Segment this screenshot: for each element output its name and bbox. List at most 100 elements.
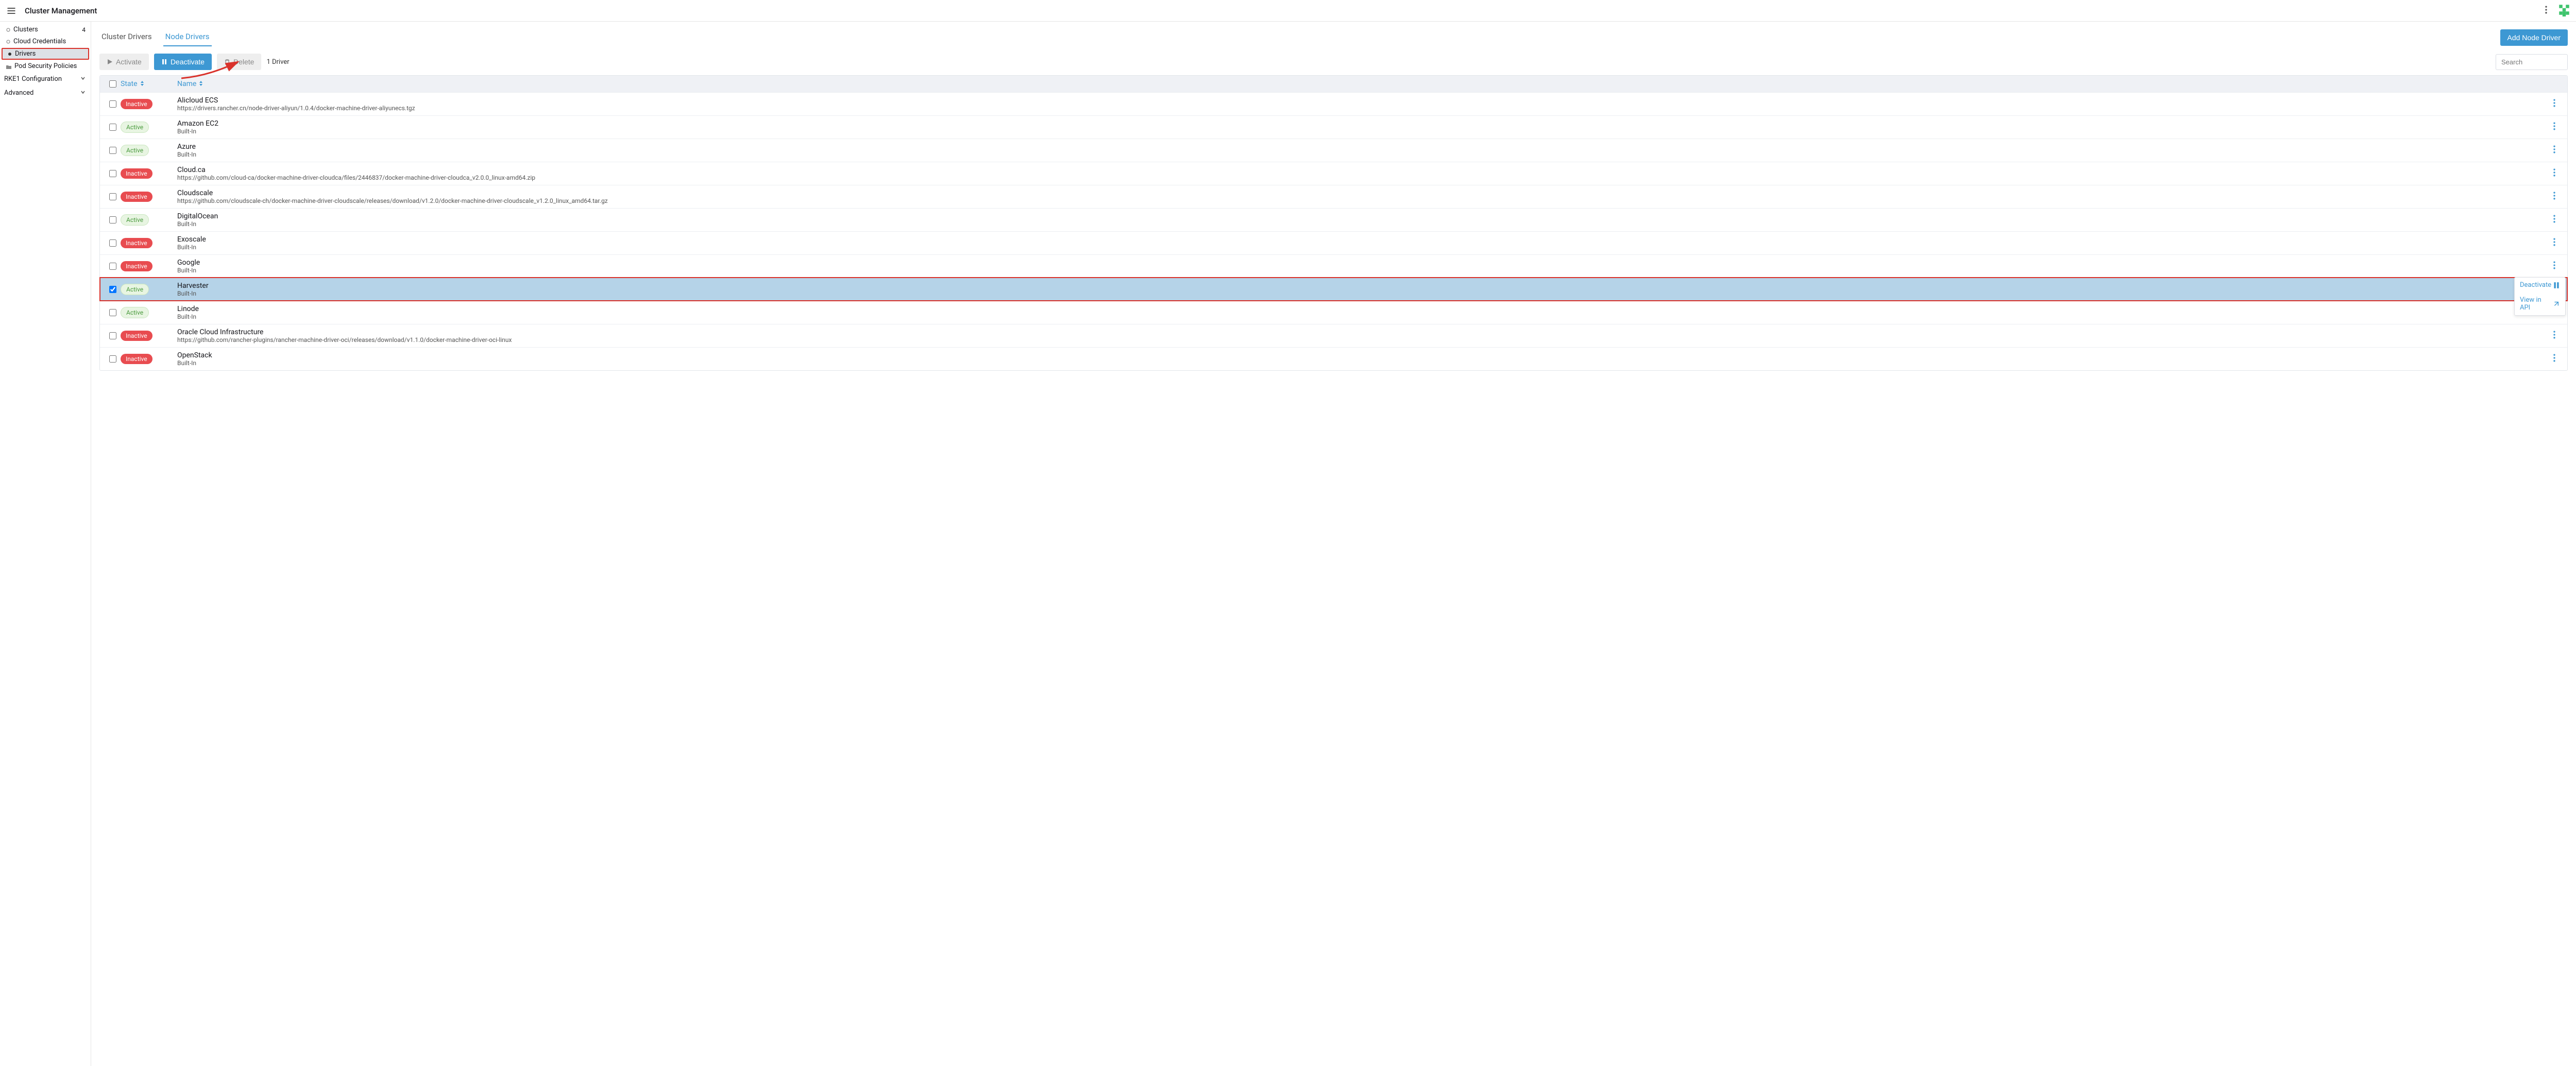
tab-node-drivers[interactable]: Node Drivers bbox=[163, 29, 212, 46]
driver-name: Oracle Cloud Infrastructure bbox=[177, 328, 2547, 336]
drivers-table: State Name Inactive Alicloud ECShttps://d… bbox=[99, 75, 2568, 371]
table-row[interactable]: Inactive GoogleBuilt-In bbox=[100, 254, 2567, 278]
state-badge: Active bbox=[121, 307, 149, 318]
column-header-state[interactable]: State bbox=[121, 80, 177, 88]
state-badge: Inactive bbox=[121, 192, 152, 202]
table-row[interactable]: ActiveLinodeBuilt-In bbox=[100, 301, 2567, 324]
row-checkbox[interactable] bbox=[109, 263, 116, 270]
row-kebab-icon[interactable] bbox=[2549, 330, 2560, 342]
sidebar-item-pod-security-policies[interactable]: Pod Security Policies bbox=[0, 60, 91, 72]
row-kebab-icon[interactable] bbox=[2549, 191, 2560, 203]
sidebar-badge: 4 bbox=[82, 26, 86, 33]
table-row[interactable]: ActiveDigitalOceanBuilt-In bbox=[100, 208, 2567, 231]
select-all-checkbox[interactable] bbox=[109, 80, 116, 88]
row-kebab-icon[interactable] bbox=[2549, 167, 2560, 180]
driver-sub: Built-In bbox=[177, 267, 2547, 274]
page-title: Cluster Management bbox=[25, 6, 97, 15]
sidebar-item-label: Cloud Credentials bbox=[13, 38, 66, 45]
brand-logo[interactable] bbox=[2557, 3, 2571, 19]
row-checkbox[interactable] bbox=[109, 147, 116, 154]
table-row[interactable]: InactiveCloud.cahttps://github.com/cloud… bbox=[100, 162, 2567, 185]
ctx-label: View in API bbox=[2520, 296, 2553, 312]
button-label: Delete bbox=[233, 58, 254, 66]
driver-sub: Built-In bbox=[177, 244, 2547, 251]
sidebar-item-drivers[interactable]: Drivers bbox=[2, 48, 89, 60]
sidebar-item-cloud-credentials[interactable]: Cloud Credentials bbox=[0, 36, 91, 47]
ctx-deactivate[interactable]: Deactivate bbox=[2515, 278, 2565, 293]
hamburger-icon[interactable] bbox=[5, 5, 18, 17]
circle-filled-icon bbox=[8, 52, 12, 56]
table-row[interactable]: InactiveExoscaleBuilt-In bbox=[100, 231, 2567, 254]
sidebar-item-label: Drivers bbox=[15, 50, 36, 58]
selection-count: 1 Driver bbox=[266, 58, 289, 66]
deactivate-button[interactable]: Deactivate bbox=[154, 54, 212, 70]
delete-button[interactable]: Delete bbox=[217, 54, 261, 70]
sort-icon bbox=[140, 80, 145, 88]
row-kebab-icon[interactable] bbox=[2549, 214, 2560, 226]
row-kebab-icon[interactable] bbox=[2549, 260, 2560, 272]
driver-sub: https://github.com/rancher-plugins/ranch… bbox=[177, 336, 2547, 343]
external-link-icon bbox=[2553, 300, 2560, 307]
table-row[interactable]: InactiveOpenStackBuilt-In bbox=[100, 347, 2567, 370]
row-kebab-icon[interactable] bbox=[2549, 237, 2560, 249]
row-kebab-icon[interactable] bbox=[2549, 144, 2560, 157]
state-badge: Inactive bbox=[121, 99, 152, 109]
trash-icon bbox=[224, 59, 230, 65]
table-row[interactable]: ActiveAzureBuilt-In bbox=[100, 139, 2567, 162]
play-icon bbox=[107, 59, 113, 65]
sidebar-group-label: RKE1 Configuration bbox=[4, 75, 62, 83]
row-checkbox[interactable] bbox=[109, 355, 116, 363]
driver-name: Cloudscale bbox=[177, 189, 2547, 197]
row-kebab-icon[interactable] bbox=[2549, 98, 2560, 110]
row-checkbox[interactable] bbox=[109, 286, 116, 293]
row-checkbox[interactable] bbox=[109, 170, 116, 177]
row-checkbox[interactable] bbox=[109, 100, 116, 108]
sidebar-group-rke1[interactable]: RKE1 Configuration bbox=[0, 72, 91, 86]
topbar-kebab-icon[interactable] bbox=[2541, 5, 2551, 17]
row-checkbox[interactable] bbox=[109, 216, 116, 223]
chevron-down-icon bbox=[80, 75, 86, 83]
folder-icon bbox=[6, 64, 11, 69]
sidebar-item-clusters[interactable]: Clusters 4 bbox=[0, 24, 91, 36]
table-row[interactable]: Inactive Cloudscalehttps://github.com/clo… bbox=[100, 185, 2567, 208]
driver-name: Azure bbox=[177, 143, 2547, 151]
button-label: Activate bbox=[116, 58, 142, 66]
chevron-down-icon bbox=[80, 89, 86, 97]
driver-sub: Built-In bbox=[177, 128, 2547, 135]
row-checkbox[interactable] bbox=[109, 239, 116, 247]
state-badge: Inactive bbox=[121, 168, 152, 179]
column-header-name[interactable]: Name bbox=[177, 80, 204, 88]
pause-icon bbox=[2553, 282, 2560, 289]
row-kebab-icon[interactable] bbox=[2549, 353, 2560, 365]
driver-name: DigitalOcean bbox=[177, 212, 2547, 220]
state-badge: Inactive bbox=[121, 261, 152, 271]
driver-name: Google bbox=[177, 259, 2547, 267]
table-row[interactable]: ActiveAmazon EC2Built-In bbox=[100, 115, 2567, 139]
driver-sub: https://drivers.rancher.cn/node-driver-a… bbox=[177, 105, 2547, 112]
tab-cluster-drivers[interactable]: Cluster Drivers bbox=[99, 29, 154, 46]
driver-name: Alicloud ECS bbox=[177, 96, 2547, 105]
button-label: Deactivate bbox=[171, 58, 205, 66]
sidebar-item-label: Pod Security Policies bbox=[14, 62, 77, 70]
search-input[interactable] bbox=[2496, 54, 2568, 70]
add-node-driver-button[interactable]: Add Node Driver bbox=[2500, 29, 2568, 46]
main-content: Cluster Drivers Node Drivers Add Node Dr… bbox=[91, 22, 2576, 1066]
table-row[interactable]: Inactive Alicloud ECShttps://drivers.ranc… bbox=[100, 92, 2567, 115]
driver-sub: Built-In bbox=[177, 313, 2547, 320]
activate-button[interactable]: Activate bbox=[99, 54, 149, 70]
row-kebab-icon[interactable] bbox=[2549, 121, 2560, 133]
row-context-menu: Deactivate View in API bbox=[2514, 277, 2566, 316]
state-badge: Active bbox=[121, 284, 149, 295]
ctx-view-in-api[interactable]: View in API bbox=[2515, 293, 2565, 315]
driver-name: Cloud.ca bbox=[177, 166, 2547, 174]
table-row[interactable]: ActiveHarvesterBuilt-In bbox=[100, 278, 2567, 301]
table-row[interactable]: InactiveOracle Cloud Infrastructurehttps… bbox=[100, 324, 2567, 347]
state-badge: Active bbox=[121, 122, 149, 133]
row-checkbox[interactable] bbox=[109, 124, 116, 131]
row-checkbox[interactable] bbox=[109, 332, 116, 339]
row-checkbox[interactable] bbox=[109, 193, 116, 200]
driver-sub: https://github.com/cloudscale-ch/docker-… bbox=[177, 197, 2547, 204]
state-badge: Inactive bbox=[121, 354, 152, 364]
row-checkbox[interactable] bbox=[109, 309, 116, 316]
sidebar-group-advanced[interactable]: Advanced bbox=[0, 86, 91, 100]
